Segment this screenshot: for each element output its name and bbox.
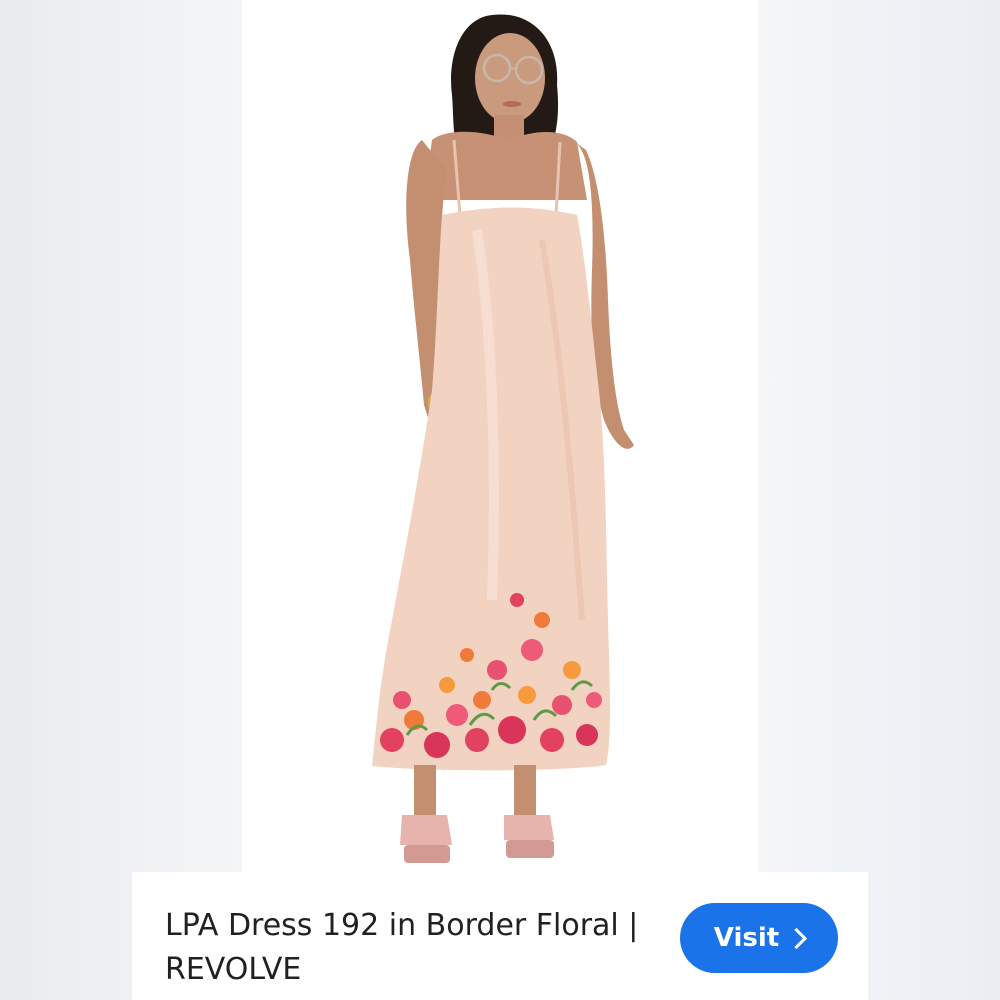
right-blurred-background <box>758 0 1000 1000</box>
right-leg <box>514 765 536 815</box>
product-image[interactable] <box>242 0 758 872</box>
right-shoe <box>504 815 554 840</box>
visit-button[interactable]: Visit <box>680 903 838 973</box>
chevron-right-icon <box>786 927 808 949</box>
dress-illustration <box>242 0 758 872</box>
face <box>475 33 545 123</box>
torso-skin <box>424 131 587 200</box>
product-caption-card: LPA Dress 192 in Border Floral | REVOLVE… <box>132 872 868 1000</box>
product-title[interactable]: LPA Dress 192 in Border Floral | REVOLVE <box>165 904 665 992</box>
left-shoe <box>400 815 452 845</box>
left-blurred-background <box>0 0 242 1000</box>
left-leg <box>414 765 436 815</box>
visit-button-label: Visit <box>713 923 780 953</box>
screenshot-stage: LPA Dress 192 in Border Floral | REVOLVE… <box>0 0 1000 1000</box>
